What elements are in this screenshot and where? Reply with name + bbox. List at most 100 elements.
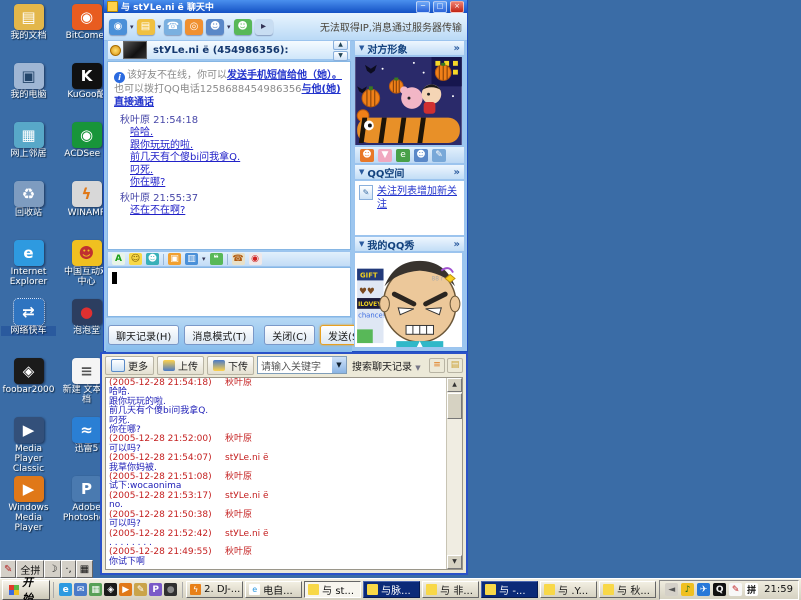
taskbar-window-button[interactable]: 与 st... [304, 581, 361, 598]
chat-history-button[interactable]: 聊天记录(H) [108, 325, 179, 345]
emoticon-icon[interactable]: ☺ [129, 253, 142, 265]
ql-show-desktop-icon[interactable]: ▦ [89, 583, 102, 596]
qqshow-mall-icon[interactable]: ☻ [360, 149, 374, 162]
qq-sign-icon[interactable]: ✎ [432, 149, 446, 162]
send-sms-link[interactable]: 发送手机短信给他（她）。 [227, 70, 342, 81]
wireless-msg-icon[interactable]: ☎ [232, 253, 245, 265]
desktop-icon-network-places[interactable]: ▦网上邻居 [1, 121, 56, 180]
ime-pin-tray-icon[interactable]: 拼 [745, 583, 758, 596]
music-cd-icon[interactable]: ◎ [185, 19, 203, 35]
volume-icon[interactable]: ◄ [665, 583, 678, 596]
ql-mail-icon[interactable]: ✉ [74, 583, 87, 596]
collapse-icon[interactable]: ▼ [359, 168, 364, 176]
collapse-icon[interactable]: ▼ [359, 240, 364, 248]
message-input[interactable] [107, 267, 351, 317]
ime-punct-icon[interactable]: ·, [61, 560, 75, 578]
qzone-body: ✎ 关注列表增加新关注 [354, 180, 465, 236]
chat-scene-icon[interactable]: ☻ [206, 19, 224, 35]
desktop-icon-flashget[interactable]: ⇄网络快车 [1, 298, 56, 357]
taskbar-window-button[interactable]: 与脉... [363, 581, 420, 598]
peer-avatar[interactable] [123, 41, 147, 59]
desktop-icon-foobar2000[interactable]: ◈foobar2000 [1, 357, 56, 416]
keyword-combobox[interactable]: 请输入关键字 ▼ [257, 356, 347, 374]
chat-window-titlebar[interactable]: 与 stУLe.ni ë 聊天中 ─ □ × [104, 0, 467, 13]
font-style-icon[interactable]: A [112, 253, 125, 265]
start-label: 开始 [22, 574, 43, 600]
ime-keyboard-icon[interactable]: ▦ [76, 560, 93, 578]
minimize-button[interactable]: ─ [416, 1, 430, 13]
desktop-icon-recycle-bin[interactable]: ♻回收站 [1, 180, 56, 239]
desktop-icon-windows-media-player[interactable]: ▶Windows Media Player [1, 475, 56, 534]
my-qqshow-header[interactable]: ▼ 我的QQ秀 » [354, 236, 465, 252]
send-picture-icon[interactable]: ▣ [168, 253, 181, 265]
scrollbar-thumb[interactable] [447, 393, 462, 419]
taskbar-window-button[interactable]: 与 秋... [599, 581, 656, 598]
ql-ie-icon[interactable]: e [59, 583, 72, 596]
qzone-mini-icon[interactable]: e [396, 149, 410, 162]
ql-popo-icon[interactable]: P [149, 583, 162, 596]
desktop-icon-internet-explorer[interactable]: eInternet Explorer [1, 239, 56, 298]
desktop-icon-kugoo-glyph: K [72, 63, 102, 89]
scroll-down-button[interactable]: ▼ [333, 51, 348, 61]
expand-more-icon[interactable]: » [454, 43, 460, 54]
taskbar-window-button[interactable]: ϟ2. DJ-... [186, 581, 243, 598]
close-chat-button[interactable]: 关闭(C) [264, 325, 315, 345]
screen-capture-icon[interactable]: ▥ [185, 253, 198, 265]
video-chat-icon[interactable]: ◉ [109, 19, 127, 35]
scrollbar-up-icon[interactable]: ▲ [447, 378, 462, 392]
ime-pen-tray-icon[interactable]: ✎ [729, 583, 742, 596]
peer-show-header[interactable]: ▼ 对方形象 » [354, 40, 465, 56]
desktop-icon-my-computer[interactable]: ▣我的电脑 [1, 62, 56, 121]
ql-wmp-icon[interactable]: ▶ [119, 583, 132, 596]
history-upload-button[interactable]: 上传 [157, 356, 204, 375]
qzone-header[interactable]: ▼ QQ空间 » [354, 164, 465, 180]
search-dropdown-icon[interactable]: ▼ [415, 364, 420, 372]
ime-logo-icon[interactable]: ✎ [0, 560, 16, 578]
qq-friends-icon[interactable]: ☻ [414, 149, 428, 162]
ql-foobar-icon[interactable]: ◈ [104, 583, 117, 596]
taskbar-window-button[interactable]: e电自... [245, 581, 302, 598]
ql-player-icon[interactable]: ● [164, 583, 177, 596]
qq-tray-icon[interactable]: Q [713, 583, 726, 596]
qzone-follow-link[interactable]: 关注列表增加新关注 [377, 185, 460, 211]
audio-chat-icon[interactable]: ❝ [210, 253, 223, 265]
combo-dropdown-icon[interactable]: ▼ [332, 357, 346, 373]
qq-sign-icon-glyph: ✎ [435, 150, 443, 160]
history-scrollbar[interactable]: ▲ ▼ [446, 378, 462, 569]
start-button[interactable]: 开始 [2, 580, 50, 600]
desktop-icon-my-documents[interactable]: ▤我的文档 [1, 3, 56, 62]
list-view-icon[interactable]: ≡ [429, 358, 445, 373]
maximize-button[interactable]: □ [433, 1, 447, 13]
search-online-icon[interactable]: ◉ [249, 253, 262, 265]
ql-photoshop-icon[interactable]: ✎ [134, 583, 147, 596]
close-button[interactable]: × [450, 1, 464, 13]
chat-scene-icon-caret[interactable]: ▾ [227, 23, 231, 31]
collapse-icon[interactable]: ▼ [359, 44, 364, 52]
search-history-button[interactable]: 搜索聊天记录 ▼ [352, 358, 421, 373]
taskbar-window-button[interactable]: 与 .Y... [540, 581, 597, 598]
add-friend-icon[interactable]: ☻ [234, 19, 252, 35]
magic-expression-icon[interactable]: ☻ [146, 253, 159, 265]
taskbar-window-button[interactable]: 与 -... [481, 581, 538, 598]
qqshow-dress-icon[interactable]: ▼ [378, 149, 392, 162]
tree-view-icon[interactable]: ▤ [447, 358, 463, 373]
message-mode-button[interactable]: 消息模式(T) [184, 325, 254, 345]
history-more-button[interactable]: 更多 [105, 356, 154, 375]
expand-more-icon[interactable]: » [454, 239, 460, 250]
taskbar-window-button[interactable]: 与 非... [422, 581, 479, 598]
desktop-icon-media-player-classic[interactable]: ▶Media Player Classic [1, 416, 56, 475]
chat-toolbar-icons: ◉▾▤▾☎◎☻▾☻▸ [109, 19, 273, 35]
qq-game-tray-icon[interactable]: ✈ [697, 583, 710, 596]
music-player-tray-icon[interactable]: ♪ [681, 583, 694, 596]
send-file-icon-caret[interactable]: ▾ [158, 23, 162, 31]
ime-fullhalf-icon[interactable]: ☽ [44, 560, 61, 578]
toolbar-more-icon[interactable]: ▸ [255, 19, 273, 35]
screen-capture-icon-caret[interactable]: ▾ [202, 255, 206, 263]
send-file-icon[interactable]: ▤ [137, 19, 155, 35]
scrollbar-down-icon[interactable]: ▼ [447, 555, 462, 569]
scroll-up-button[interactable]: ▲ [333, 40, 348, 50]
expand-more-icon[interactable]: » [454, 167, 460, 178]
history-download-button[interactable]: 下传 [207, 356, 254, 375]
mobile-message-icon[interactable]: ☎ [164, 19, 182, 35]
video-chat-icon-caret[interactable]: ▾ [130, 23, 134, 31]
